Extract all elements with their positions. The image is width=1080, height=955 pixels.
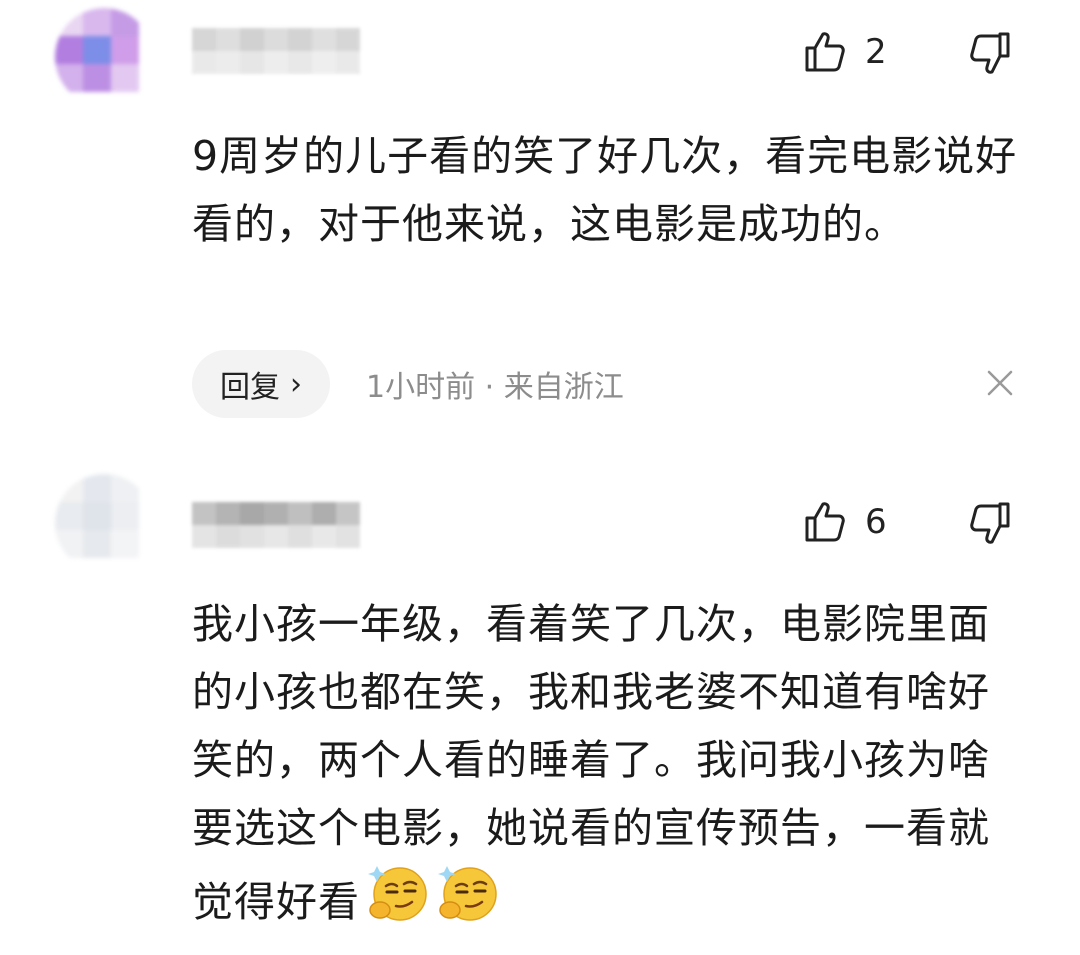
username[interactable]: [192, 28, 360, 74]
timestamp: 1小时前: [366, 370, 476, 405]
username[interactable]: [192, 502, 360, 548]
dislike-button[interactable]: [968, 30, 1012, 76]
avatar[interactable]: [55, 8, 153, 106]
comment-meta: 1小时前 · 来自浙江: [366, 362, 624, 406]
like-button[interactable]: 6: [803, 500, 887, 544]
smug-thinking-emoji-icon: [368, 866, 427, 921]
dislike-button[interactable]: [968, 500, 1012, 546]
comment-text: 9周岁的儿子看的笑了好几次，看完电影说好看的，对于他来说，这电影是成功的。: [192, 132, 1018, 248]
like-count: 2: [865, 32, 887, 72]
avatar[interactable]: [55, 474, 153, 572]
close-icon[interactable]: [985, 368, 1015, 398]
comment-footer: 回复 › 1小时前 · 来自浙江: [192, 350, 624, 418]
like-button[interactable]: 2: [803, 30, 887, 74]
comment-item: 2 9周岁的儿子看的笑了好几次，看完电影说好看的，对于他来说，这电影是成功的。 …: [0, 0, 1080, 440]
thumbs-down-icon: [970, 502, 1010, 544]
like-count: 6: [865, 502, 887, 542]
thumbs-up-icon: [805, 32, 845, 72]
thumbs-up-icon: [805, 502, 845, 542]
comment-text-body: 我小孩一年级，看着笑了几次，电影院里面的小孩也都在笑，我和我老婆不知道有啥好笑的…: [192, 600, 990, 926]
comment-text: 我小孩一年级，看着笑了几次，电影院里面的小孩也都在笑，我和我老婆不知道有啥好笑的…: [192, 590, 1022, 936]
thumbs-down-icon: [970, 32, 1010, 74]
smug-thinking-emoji-icon: [438, 866, 497, 921]
chevron-right-icon: ›: [290, 366, 302, 402]
meta-separator: ·: [475, 370, 504, 405]
comment-item: 6 我小孩一年级，看着笑了几次，电影院里面的小孩也都在笑，我和我老婆不知道有啥好…: [0, 470, 1080, 955]
reply-button[interactable]: 回复 ›: [192, 350, 330, 418]
location: 来自浙江: [503, 370, 624, 405]
reply-label: 回复: [220, 370, 280, 405]
